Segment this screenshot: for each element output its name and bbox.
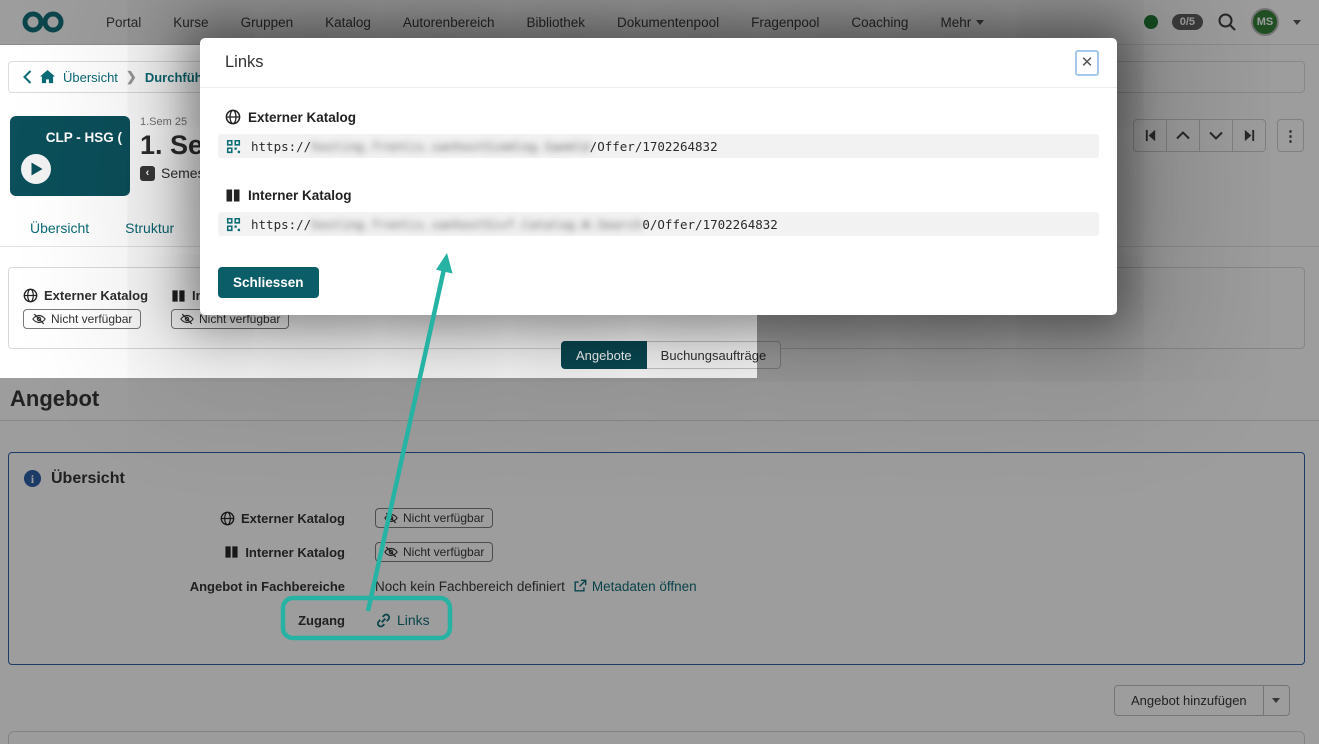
tab-uebersicht[interactable]: Übersicht xyxy=(30,220,89,236)
external-catalog-label: Externer Katalog xyxy=(44,288,148,303)
modal-header: Links ✕ xyxy=(200,38,1117,88)
qr-code-icon[interactable] xyxy=(226,139,241,154)
url-suffix: /Offer/1702264832 xyxy=(590,139,718,154)
modal-backdrop xyxy=(0,378,1319,744)
course-tabs: Übersicht Struktur xyxy=(30,220,174,236)
internal-catalog-url[interactable]: https://hosting.frontis.sanhostSivf.Cata… xyxy=(218,212,1099,236)
eye-slash-icon xyxy=(32,312,46,326)
external-catalog-section-heading: Externer Katalog xyxy=(225,109,1117,125)
tab-struktur[interactable]: Struktur xyxy=(125,220,174,236)
url-text: https://hosting.frontis.sanhostSiemlog.S… xyxy=(251,139,718,154)
url-suffix: 0/Offer/1702264832 xyxy=(642,217,777,232)
unavailable-label: Nicht verfügbar xyxy=(51,312,132,326)
segmented-control: Angebote Buchungsaufträge xyxy=(561,341,781,369)
book-icon xyxy=(225,188,241,203)
tab-angebote[interactable]: Angebote xyxy=(561,341,647,369)
share-icon: ‹ xyxy=(140,166,155,181)
globe-icon xyxy=(23,288,38,303)
external-catalog-block: Externer Katalog Nicht verfügbar xyxy=(23,288,148,331)
external-catalog-url[interactable]: https://hosting.frontis.sanhostSiemlog.S… xyxy=(218,134,1099,158)
url-redacted: hosting.frontis.sanhostSiemlog.Saemld xyxy=(311,139,589,154)
book-icon xyxy=(171,289,186,303)
qr-code-icon[interactable] xyxy=(226,217,241,232)
home-icon[interactable] xyxy=(40,70,55,84)
course-meta: 1.Sem 25 1. Se ‹ Semes xyxy=(140,116,205,181)
close-icon[interactable]: ✕ xyxy=(1075,50,1099,76)
course-title: 1. Se xyxy=(140,130,205,161)
course-card-title: CLP - HSG ( xyxy=(46,130,122,145)
play-icon[interactable] xyxy=(21,154,51,184)
links-modal: Links ✕ Externer Katalog https://hosting… xyxy=(200,38,1117,315)
section-heading-text: Externer Katalog xyxy=(248,110,356,125)
url-prefix: https:// xyxy=(251,217,311,232)
schliessen-button[interactable]: Schliessen xyxy=(218,267,319,298)
url-redacted: hosting.frontis.sanhostSivf.Catalog.W.Se… xyxy=(311,217,642,232)
course-semester-tag: 1.Sem 25 xyxy=(140,116,205,128)
course-subtitle-row: ‹ Semes xyxy=(140,165,205,181)
url-text: https://hosting.frontis.sanhostSivf.Cata… xyxy=(251,217,778,232)
breadcrumb-separator: ❯ xyxy=(126,69,137,85)
breadcrumb-item-uebersicht[interactable]: Übersicht xyxy=(63,70,118,85)
url-prefix: https:// xyxy=(251,139,311,154)
back-chevron-icon[interactable] xyxy=(23,70,32,84)
eye-slash-icon xyxy=(180,312,194,326)
course-card[interactable]: CLP - HSG ( xyxy=(10,116,130,196)
external-catalog-heading: Externer Katalog xyxy=(23,288,148,303)
globe-icon xyxy=(225,109,241,125)
breadcrumb-item-current[interactable]: Durchführ xyxy=(145,70,208,85)
section-heading-text: Interner Katalog xyxy=(248,188,352,203)
internal-catalog-section-heading: Interner Katalog xyxy=(225,188,1117,203)
page: Portal Kurse Gruppen Katalog Autorenbere… xyxy=(0,0,1319,744)
course-subtitle: Semes xyxy=(161,165,205,181)
unavailable-badge: Nicht verfügbar xyxy=(23,309,141,329)
modal-title: Links xyxy=(225,53,264,72)
